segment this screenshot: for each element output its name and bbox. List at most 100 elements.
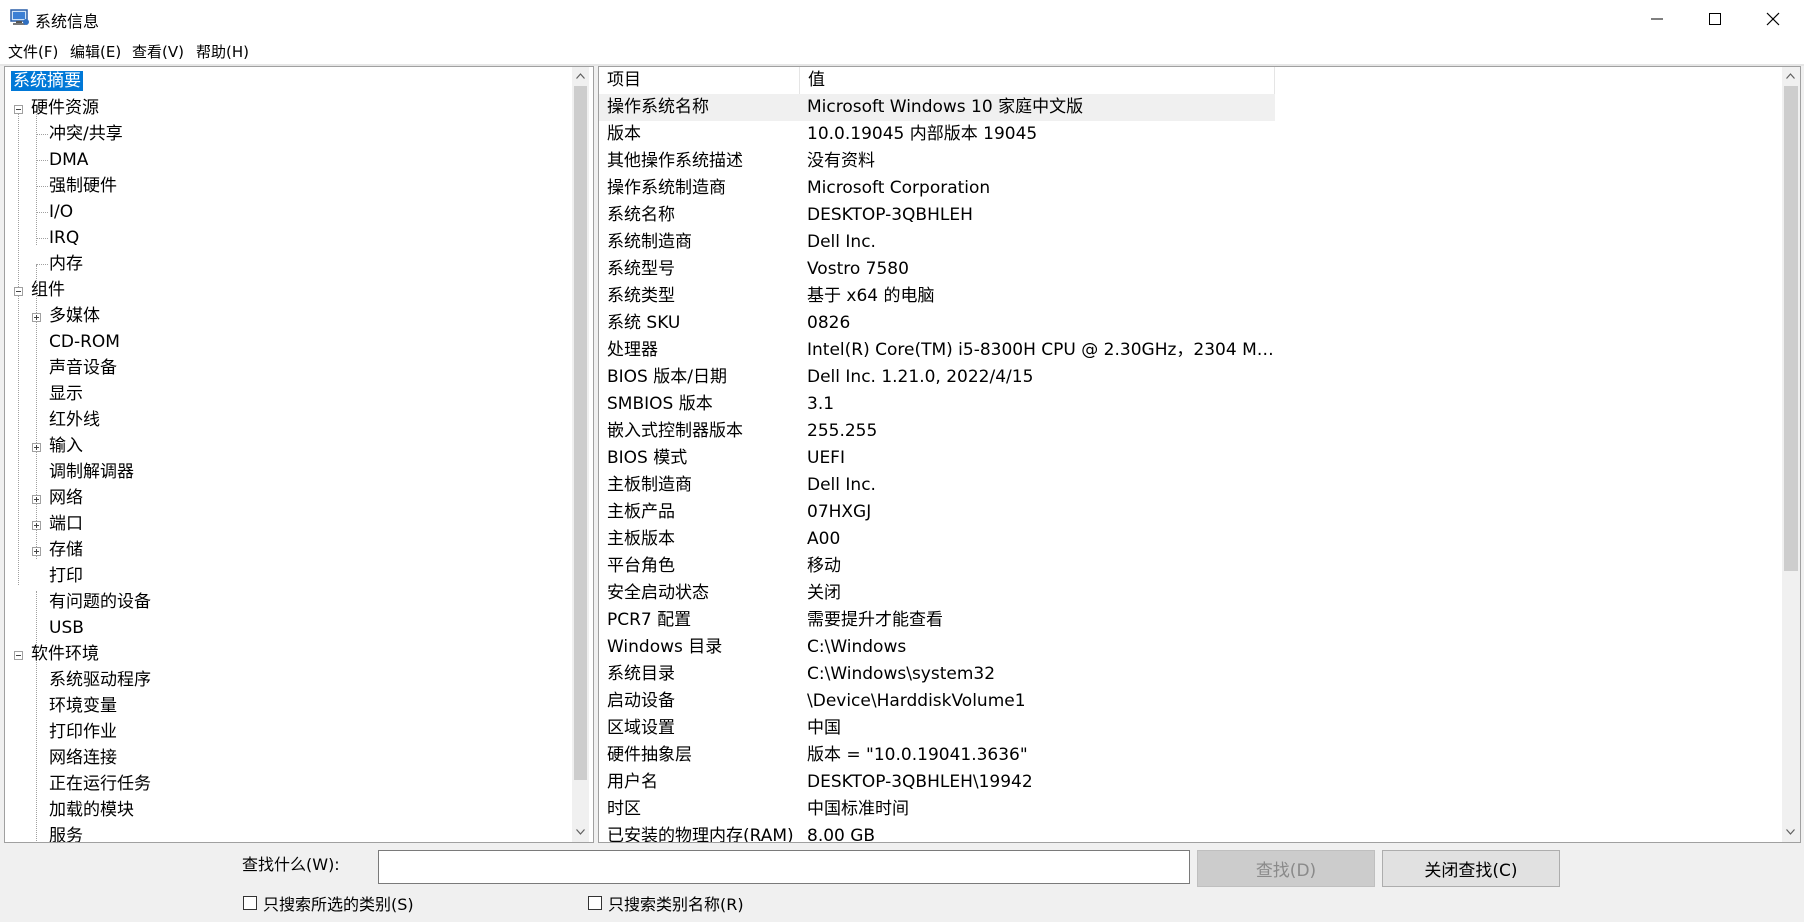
table-row[interactable]: 系统制造商 Dell Inc. xyxy=(599,229,1781,256)
tree-item-memory[interactable]: 内存 xyxy=(49,252,83,276)
table-row[interactable]: 已安装的物理内存(RAM) 8.00 GB xyxy=(599,823,1781,842)
tree-item-env-vars[interactable]: 环境变量 xyxy=(49,694,117,718)
table-row[interactable]: 硬件抽象层 版本 = "10.0.19041.3636" xyxy=(599,742,1781,769)
row-item-cell: 硬件抽象层 xyxy=(607,745,692,765)
table-row[interactable]: PCR7 配置 需要提升才能查看 xyxy=(599,607,1781,634)
table-row[interactable]: 主板制造商 Dell Inc. xyxy=(599,472,1781,499)
menu-edit[interactable]: 编辑(E) xyxy=(70,41,121,62)
row-item-cell: 操作系统制造商 xyxy=(607,178,726,198)
tree-item-problem-devices[interactable]: 有问题的设备 xyxy=(49,590,151,614)
close-find-button[interactable]: 关闭查找(C) xyxy=(1382,850,1560,887)
collapse-icon[interactable] xyxy=(14,105,23,114)
table-row[interactable]: 用户名 DESKTOP-3QBHLEH\19942 xyxy=(599,769,1781,796)
tree-item-forced-hardware[interactable]: 强制硬件 xyxy=(49,174,117,198)
tree-item-usb[interactable]: USB xyxy=(49,616,84,640)
table-row[interactable]: 主板产品 07HXGJ xyxy=(599,499,1781,526)
tree-item-hardware[interactable]: 硬件资源 xyxy=(31,96,99,120)
table-row[interactable]: BIOS 版本/日期 Dell Inc. 1.21.0, 2022/4/15 xyxy=(599,364,1781,391)
list-scrollbar[interactable] xyxy=(1782,67,1800,842)
table-row[interactable]: 时区 中国标准时间 xyxy=(599,796,1781,823)
search-selected-category-checkbox[interactable]: 只搜索所选的类别(S) xyxy=(243,893,414,914)
table-row[interactable]: 系统类型 基于 x64 的电脑 xyxy=(599,283,1781,310)
tree-item-cdrom[interactable]: CD-ROM xyxy=(49,330,120,354)
row-item-cell: PCR7 配置 xyxy=(607,610,692,630)
tree-item-modem[interactable]: 调制解调器 xyxy=(49,460,134,484)
tree-item-sound[interactable]: 声音设备 xyxy=(49,356,117,380)
tree-item-conflicts[interactable]: 冲突/共享 xyxy=(49,122,123,146)
collapse-icon[interactable] xyxy=(14,651,23,660)
tree-item-services[interactable]: 服务 xyxy=(49,824,83,842)
tree-connector xyxy=(36,591,37,842)
table-row[interactable]: 处理器 Intel(R) Core(TM) i5-8300H CPU @ 2.30… xyxy=(599,337,1781,364)
maximize-button[interactable] xyxy=(1686,0,1744,37)
table-row[interactable]: 主板版本 A00 xyxy=(599,526,1781,553)
tree-item-network[interactable]: 网络 xyxy=(49,486,83,510)
tree-item-loaded-modules[interactable]: 加载的模块 xyxy=(49,798,134,822)
row-value-cell: Dell Inc. xyxy=(807,475,876,495)
tree-item-print-jobs[interactable]: 打印作业 xyxy=(49,720,117,744)
find-button[interactable]: 查找(D) xyxy=(1197,850,1375,887)
scroll-down-icon[interactable] xyxy=(1782,823,1799,840)
tree-item-ports[interactable]: 端口 xyxy=(49,512,83,536)
row-value-cell: \Device\HarddiskVolume1 xyxy=(807,691,1026,711)
search-category-names-checkbox[interactable]: 只搜索类别名称(R) xyxy=(588,893,744,914)
scroll-down-icon[interactable] xyxy=(572,823,589,840)
tree-item-net-connections[interactable]: 网络连接 xyxy=(49,746,117,770)
expand-icon[interactable] xyxy=(32,521,41,530)
table-row[interactable]: 系统名称 DESKTOP-3QBHLEH xyxy=(599,202,1781,229)
tree-scrollbar[interactable] xyxy=(572,67,589,842)
checkbox-box[interactable] xyxy=(243,896,257,910)
tree-item-printing[interactable]: 打印 xyxy=(49,564,83,588)
tree-item-irq[interactable]: IRQ xyxy=(49,226,79,250)
scroll-up-icon[interactable] xyxy=(1782,67,1799,84)
tree-item-drivers[interactable]: 系统驱动程序 xyxy=(49,668,151,692)
table-row[interactable]: 安全启动状态 关闭 xyxy=(599,580,1781,607)
tree-item-display[interactable]: 显示 xyxy=(49,382,83,406)
scroll-up-icon[interactable] xyxy=(572,67,589,84)
menu-file[interactable]: 文件(F) xyxy=(8,41,58,62)
column-header-value[interactable]: 值 xyxy=(800,67,1274,94)
collapse-icon[interactable] xyxy=(14,287,23,296)
table-row[interactable]: SMBIOS 版本 3.1 xyxy=(599,391,1781,418)
table-row[interactable]: 系统 SKU 0826 xyxy=(599,310,1781,337)
table-row[interactable]: 系统目录 C:\Windows\system32 xyxy=(599,661,1781,688)
table-row[interactable]: BIOS 模式 UEFI xyxy=(599,445,1781,472)
tree-item-components[interactable]: 组件 xyxy=(31,278,65,302)
close-button[interactable] xyxy=(1744,0,1802,37)
tree-item-multimedia[interactable]: 多媒体 xyxy=(49,304,100,328)
table-row[interactable]: 操作系统名称 Microsoft Windows 10 家庭中文版 xyxy=(599,94,1275,121)
tree-item-running-tasks[interactable]: 正在运行任务 xyxy=(49,772,151,796)
tree-item-storage[interactable]: 存储 xyxy=(49,538,83,562)
minimize-button[interactable] xyxy=(1628,0,1686,37)
tree-item-dma[interactable]: DMA xyxy=(49,148,88,172)
table-row[interactable]: 区域设置 中国 xyxy=(599,715,1781,742)
row-item-cell: Windows 目录 xyxy=(607,637,723,657)
tree-item-summary[interactable]: 系统摘要 xyxy=(11,69,83,93)
expand-icon[interactable] xyxy=(32,313,41,322)
menu-help[interactable]: 帮助(H) xyxy=(196,41,249,62)
table-row[interactable]: Windows 目录 C:\Windows xyxy=(599,634,1781,661)
table-row[interactable]: 启动设备 \Device\HarddiskVolume1 xyxy=(599,688,1781,715)
table-row[interactable]: 嵌入式控制器版本 255.255 xyxy=(599,418,1781,445)
table-row[interactable]: 其他操作系统描述 没有资料 xyxy=(599,148,1781,175)
expand-icon[interactable] xyxy=(32,547,41,556)
tree-item-io[interactable]: I/O xyxy=(49,200,73,224)
tree-item-software[interactable]: 软件环境 xyxy=(31,642,99,666)
tree-scroll-thumb[interactable] xyxy=(574,86,587,780)
table-row[interactable]: 版本 10.0.19045 内部版本 19045 xyxy=(599,121,1781,148)
expand-icon[interactable] xyxy=(32,443,41,452)
category-tree[interactable]: 系统摘要 硬件资源 冲突/共享 DMA 强制硬件 I/O IRQ 内存 组件 多… xyxy=(4,66,594,843)
table-row[interactable]: 系统型号 Vostro 7580 xyxy=(599,256,1781,283)
menu-view[interactable]: 查看(V) xyxy=(132,41,184,62)
table-row[interactable]: 平台角色 移动 xyxy=(599,553,1781,580)
checkbox-box[interactable] xyxy=(588,896,602,910)
table-row[interactable]: 操作系统制造商 Microsoft Corporation xyxy=(599,175,1781,202)
expand-icon[interactable] xyxy=(32,495,41,504)
column-divider[interactable] xyxy=(1274,67,1275,94)
tree-item-infrared[interactable]: 红外线 xyxy=(49,408,100,432)
list-scroll-thumb[interactable] xyxy=(1784,86,1798,571)
details-list[interactable]: 项目 值 操作系统名称 Microsoft Windows 10 家庭中文版 版本 1… xyxy=(598,66,1801,843)
tree-item-input[interactable]: 输入 xyxy=(49,434,83,458)
column-header-item[interactable]: 项目 xyxy=(599,67,799,94)
find-input[interactable] xyxy=(378,850,1190,884)
